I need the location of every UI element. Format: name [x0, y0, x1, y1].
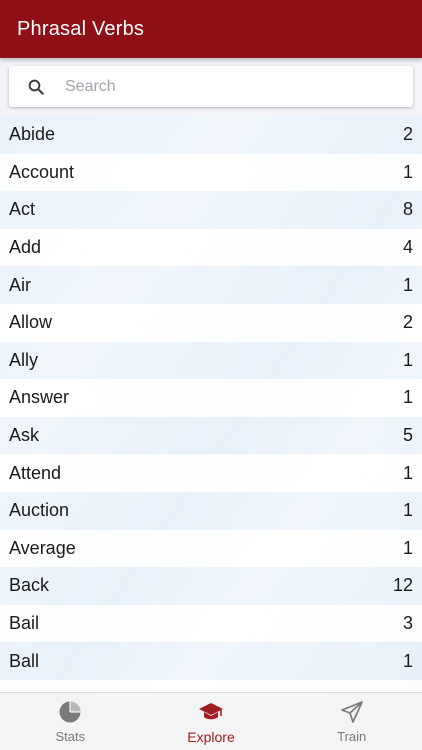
- list-item[interactable]: Auction 1: [0, 491, 422, 530]
- list-item[interactable]: Bail 3: [0, 604, 422, 643]
- list-item[interactable]: Allow 2: [0, 303, 422, 342]
- verb-label: Back: [9, 575, 50, 596]
- verb-list[interactable]: Abide 2 Account 1 Act 8 Add 4 Air 1 Allow 2 Al…: [0, 116, 422, 692]
- search-box[interactable]: [9, 66, 413, 107]
- verb-label: Answer: [9, 387, 70, 408]
- verb-count: 1: [402, 161, 413, 182]
- verb-label: Add: [9, 237, 42, 258]
- verb-count: 1: [402, 537, 413, 558]
- verb-label: Ball: [9, 650, 40, 671]
- list-item[interactable]: Back 12: [0, 567, 422, 605]
- verb-label: Account: [9, 161, 75, 182]
- list-item[interactable]: Add 4: [0, 228, 422, 267]
- verb-count: 1: [402, 274, 413, 295]
- verb-count: 1: [402, 349, 413, 370]
- list-item[interactable]: Average 1: [0, 529, 422, 568]
- list-item[interactable]: [0, 679, 422, 692]
- verb-label: Act: [9, 199, 36, 220]
- verb-count: 12: [392, 575, 413, 596]
- search-input[interactable]: [63, 77, 383, 96]
- tab-stats[interactable]: Stats: [0, 693, 141, 750]
- graduation-cap-icon: [198, 699, 224, 725]
- tab-label: Train: [337, 729, 367, 744]
- list-item[interactable]: Answer 1: [0, 379, 422, 417]
- list-item[interactable]: Abide 2: [0, 116, 422, 154]
- paper-plane-icon: [340, 699, 364, 725]
- bottom-tab-bar: Stats Explore Train: [0, 692, 422, 750]
- page-title: Phrasal Verbs: [17, 17, 145, 40]
- verb-count: 1: [402, 650, 413, 671]
- search-icon: [9, 78, 63, 96]
- verb-count: 2: [402, 124, 413, 145]
- tab-label: Stats: [55, 729, 86, 744]
- verb-count: 3: [402, 613, 413, 634]
- verb-label: Ask: [9, 425, 40, 446]
- list-item[interactable]: Ask 5: [0, 416, 422, 455]
- list-item[interactable]: Attend 1: [0, 454, 422, 492]
- verb-label: Bail: [9, 613, 40, 634]
- verb-count: 5: [402, 425, 413, 446]
- verb-count: 4: [402, 237, 413, 258]
- tab-train[interactable]: Train: [281, 693, 422, 750]
- tab-label: Explore: [187, 728, 235, 745]
- list-item[interactable]: Account 1: [0, 153, 422, 192]
- verb-label: Attend: [9, 462, 62, 483]
- tab-explore[interactable]: Explore: [141, 693, 282, 750]
- list-item[interactable]: Ball 1: [0, 642, 422, 680]
- verb-count: 1: [402, 387, 413, 408]
- verb-count: 1: [402, 462, 413, 483]
- verb-label: Abide: [9, 124, 56, 145]
- app-bar: Phrasal Verbs: [0, 0, 422, 58]
- verb-count: 1: [402, 500, 413, 521]
- list-item[interactable]: Ally 1: [0, 341, 422, 380]
- verb-label: Allow: [9, 312, 53, 333]
- verb-count: 2: [402, 312, 413, 333]
- list-item[interactable]: Act 8: [0, 191, 422, 229]
- verb-count: 8: [402, 199, 413, 220]
- list-item[interactable]: Air 1: [0, 266, 422, 304]
- verb-label: Average: [9, 537, 76, 558]
- verb-label: Auction: [9, 500, 70, 521]
- pie-chart-icon: [58, 699, 82, 725]
- verb-label: Ally: [9, 349, 39, 370]
- search-bar-container: [0, 58, 422, 116]
- verb-label: Air: [9, 274, 31, 295]
